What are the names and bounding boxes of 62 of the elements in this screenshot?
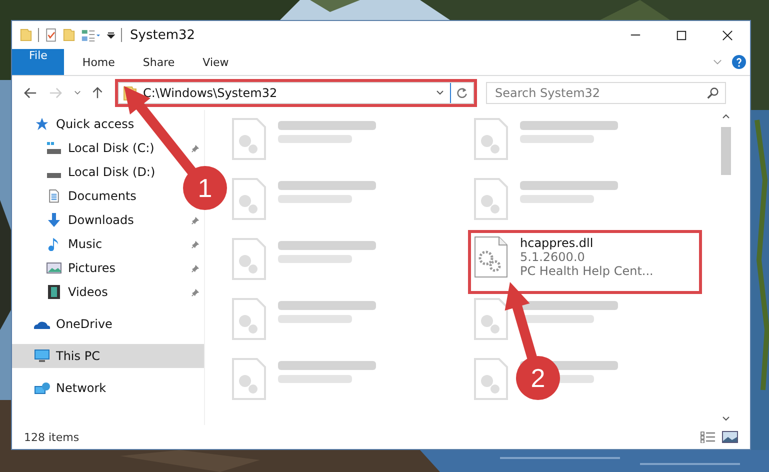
cloud-icon xyxy=(34,320,50,328)
scroll-thumb[interactable] xyxy=(721,127,731,175)
step-number: 1 xyxy=(196,172,214,204)
download-arrow-icon xyxy=(46,213,62,227)
up-arrow-icon[interactable] xyxy=(91,87,104,99)
file-tab[interactable]: File xyxy=(12,49,64,75)
recent-caret-icon[interactable] xyxy=(74,90,81,96)
address-bar[interactable]: C:\Windows\System32 xyxy=(118,82,474,104)
drive-icon xyxy=(46,141,62,155)
document-icon xyxy=(46,189,62,203)
properties-icon[interactable] xyxy=(45,28,57,42)
dropdown-caret-icon[interactable] xyxy=(436,90,444,96)
folder-icon xyxy=(20,28,32,42)
chevron-down-icon[interactable] xyxy=(713,59,722,65)
sidebar-item[interactable]: Quick access xyxy=(12,112,204,136)
back-arrow-icon[interactable] xyxy=(24,87,37,99)
sidebar-item[interactable]: Pictures xyxy=(46,256,116,280)
gears-file-icon xyxy=(474,236,508,278)
drive-icon xyxy=(47,172,61,178)
pin-icon[interactable] xyxy=(191,144,200,152)
pin-icon[interactable] xyxy=(191,216,200,224)
details-view-icon[interactable] xyxy=(700,431,716,443)
sidebar-item[interactable]: Downloads xyxy=(46,208,134,232)
ribbon-tab[interactable]: Home xyxy=(68,49,129,75)
view-options-icon[interactable] xyxy=(81,28,101,42)
file-name: hcappres.dll xyxy=(520,236,594,250)
sidebar-item[interactable]: Documents xyxy=(46,184,136,208)
sidebar-item[interactable]: Network xyxy=(12,376,204,400)
sidebar-item[interactable]: Local Disk (D:) xyxy=(46,160,156,184)
step-number: 2 xyxy=(530,362,546,394)
search-field[interactable]: Search System32 xyxy=(486,82,726,104)
window-title: System32 xyxy=(130,28,196,42)
file-detail: 5.1.2600.0 xyxy=(520,250,586,264)
film-icon xyxy=(46,285,62,299)
large-icons-view-icon[interactable] xyxy=(722,431,738,443)
ribbon-tab[interactable]: Share xyxy=(128,49,189,75)
picture-icon xyxy=(46,261,62,275)
network-icon xyxy=(34,381,50,395)
sidebar-item[interactable]: Videos xyxy=(46,280,108,304)
computer-icon xyxy=(34,349,50,363)
sidebar-item[interactable]: This PC xyxy=(12,344,204,368)
sidebar-item[interactable]: Local Disk (C:) xyxy=(46,136,154,160)
refresh-icon[interactable] xyxy=(456,87,468,99)
close-icon xyxy=(722,30,732,40)
pin-icon[interactable] xyxy=(191,288,200,296)
star-icon xyxy=(34,117,50,131)
ribbon-tab[interactable]: View xyxy=(188,49,243,75)
address-path: C:\Windows\System32 xyxy=(143,86,278,100)
scroll-down-icon[interactable] xyxy=(722,416,730,421)
pin-icon[interactable] xyxy=(191,264,200,272)
sidebar-item[interactable]: OneDrive xyxy=(12,312,204,336)
item-count: 128 items xyxy=(24,430,80,444)
customize-caret-icon[interactable] xyxy=(107,32,115,38)
maximize-icon xyxy=(676,30,686,40)
pin-icon[interactable] xyxy=(191,240,200,248)
file-item[interactable]: hcappres.dll 5.1.2600.0 PC Health Help Cent... xyxy=(471,233,699,291)
sidebar-item[interactable]: Music xyxy=(46,232,102,256)
scroll-up-icon[interactable] xyxy=(722,114,730,119)
minimize-icon xyxy=(630,34,640,36)
file-detail: PC Health Help Cent... xyxy=(520,264,654,278)
search-icon xyxy=(707,87,719,99)
help-icon[interactable] xyxy=(732,55,746,69)
